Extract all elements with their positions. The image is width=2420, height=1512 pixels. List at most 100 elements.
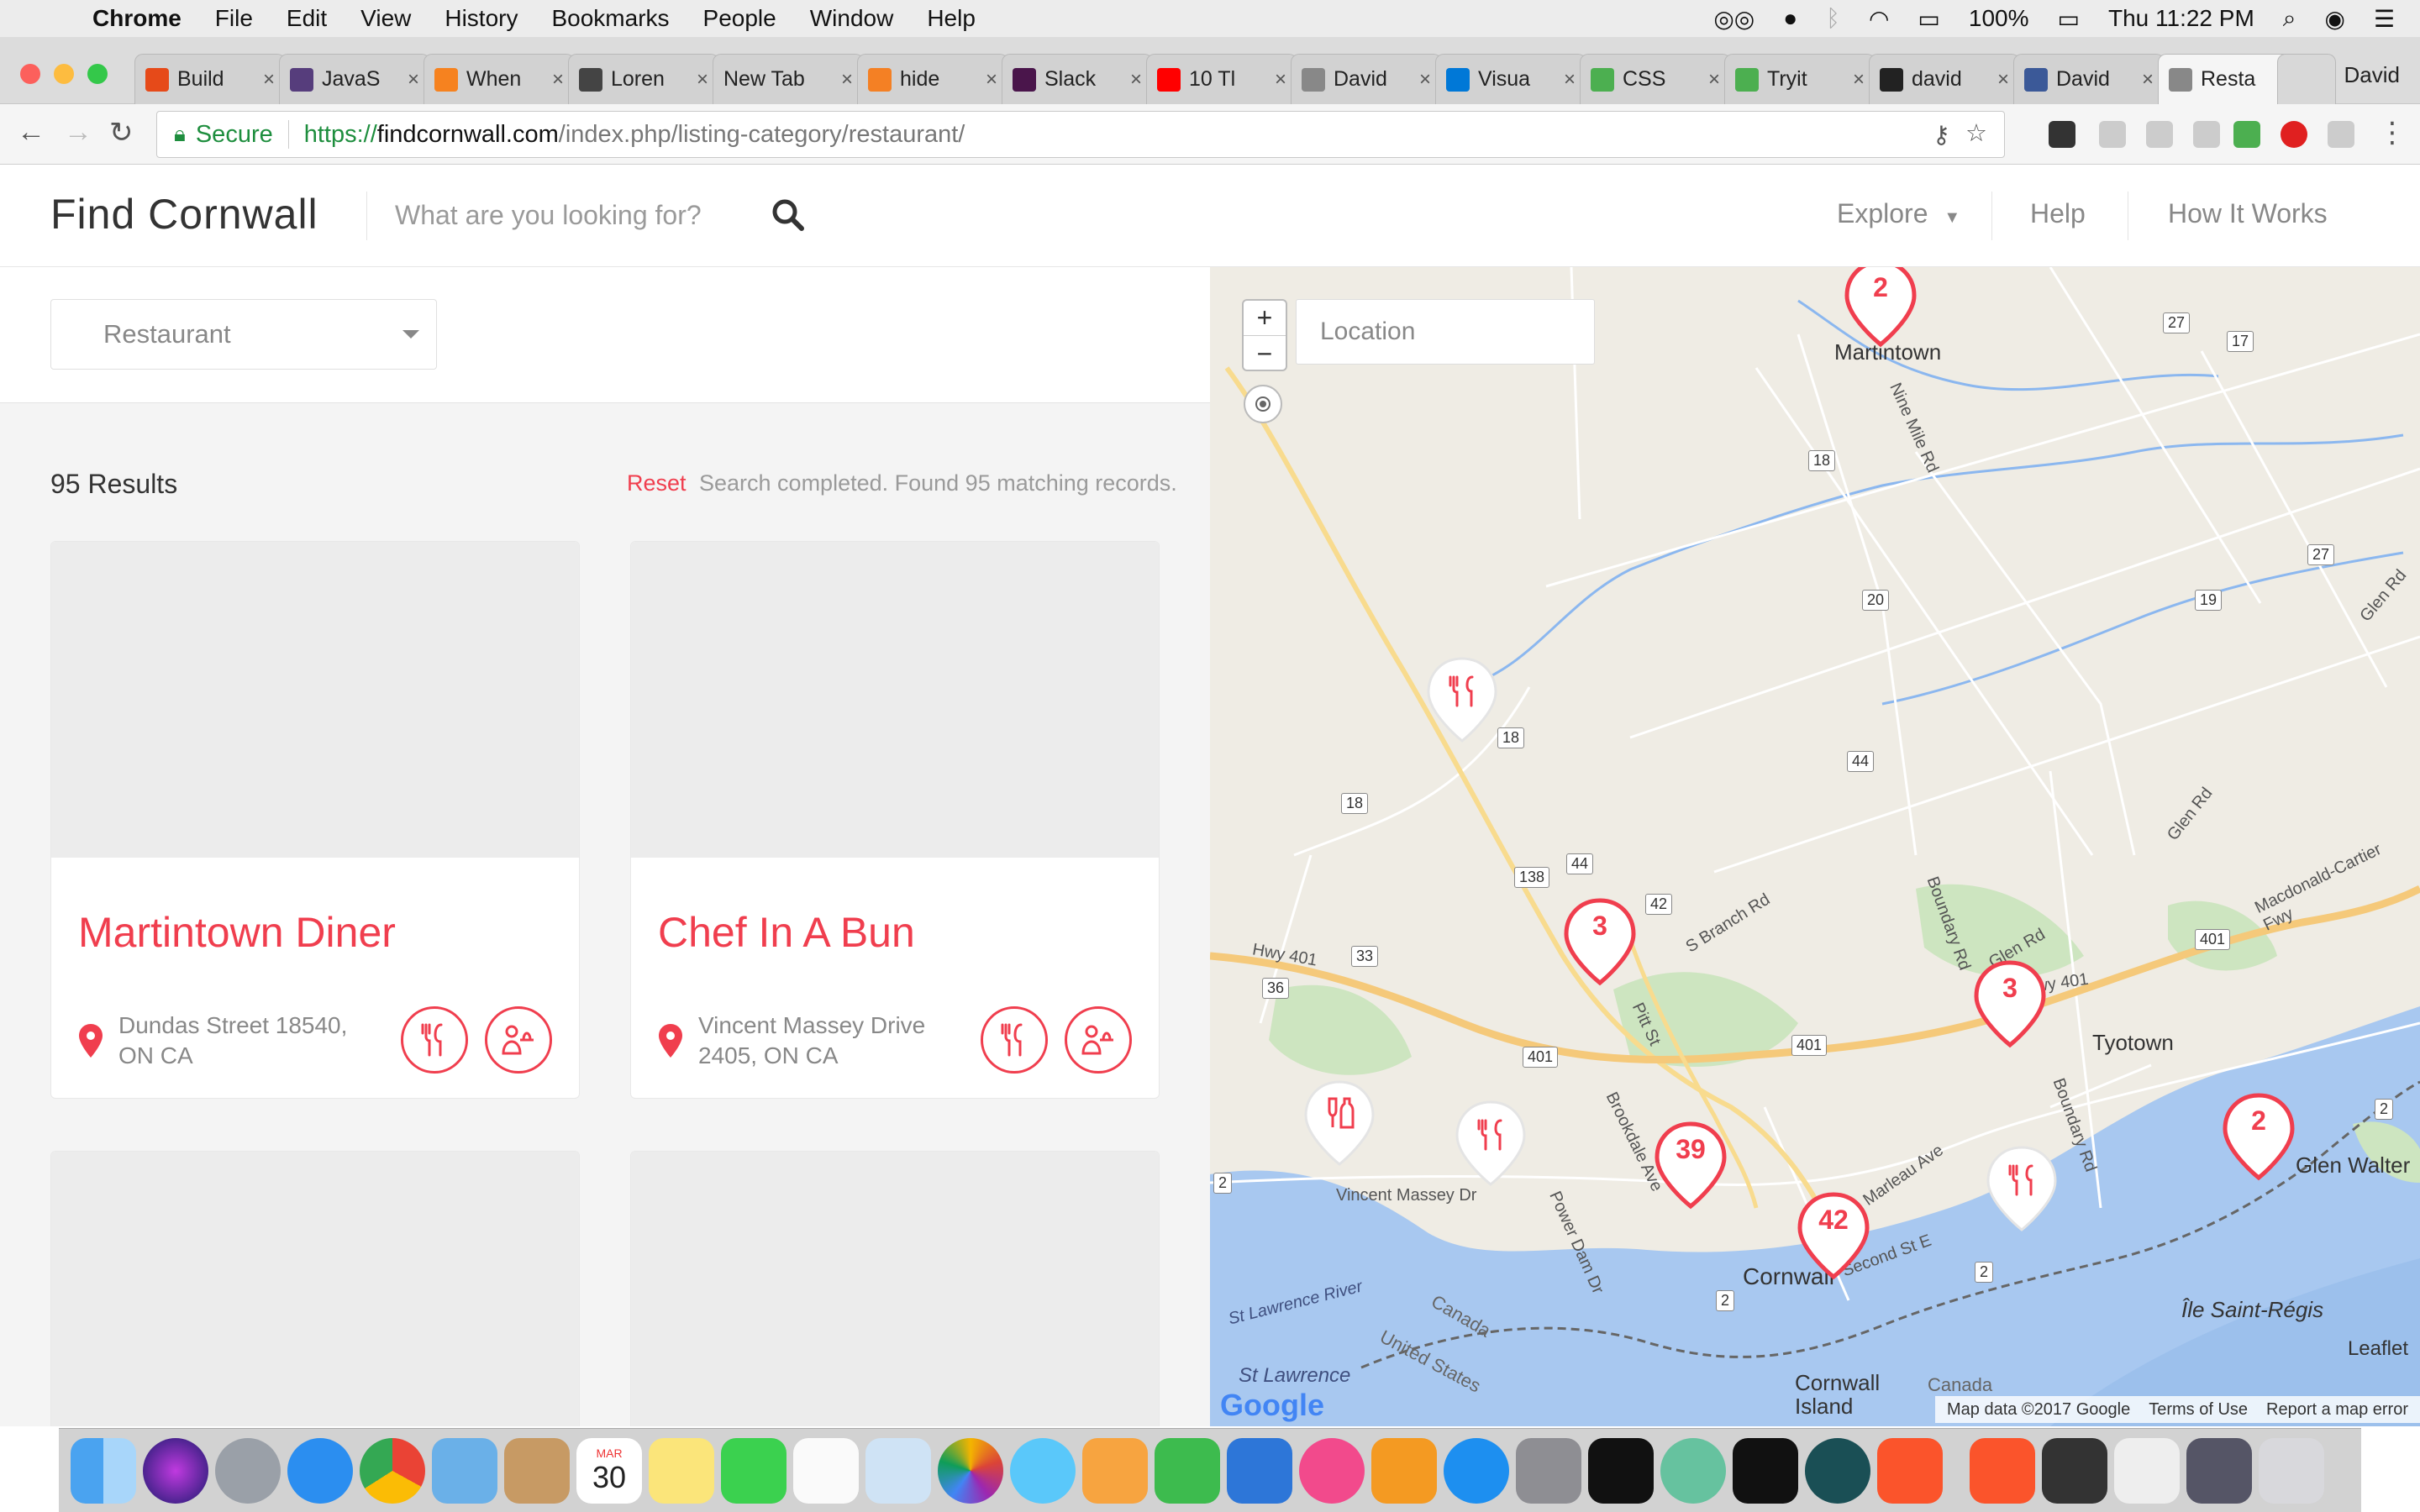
wine-bar-marker[interactable] [1301, 1079, 1378, 1169]
listing-card[interactable]: Martintown Diner Dundas Street 18540, ON … [50, 541, 580, 1099]
tab-close-icon[interactable]: × [263, 68, 275, 92]
restaurant-marker[interactable] [1983, 1144, 2060, 1235]
glasses-icon[interactable]: ◎◎ [1713, 5, 1754, 33]
tab-close-icon[interactable]: × [986, 68, 997, 92]
facetime-icon[interactable] [721, 1437, 786, 1504]
mail-icon[interactable] [432, 1437, 497, 1504]
menu-help[interactable]: Help [927, 5, 976, 32]
safari-icon[interactable] [287, 1437, 353, 1504]
notes-icon[interactable] [649, 1437, 714, 1504]
cluster-marker[interactable]: 42 [1795, 1191, 1872, 1282]
siri-icon[interactable]: ◉ [2324, 5, 2344, 33]
browser-tab[interactable]: David × [2013, 54, 2165, 104]
browser-tab[interactable]: Slack × [1002, 54, 1153, 104]
menu-window[interactable]: Window [810, 5, 894, 32]
trash-icon[interactable] [2259, 1437, 2324, 1504]
restaurant-marker[interactable] [1423, 655, 1501, 746]
nav-how-it-works[interactable]: How It Works [2168, 198, 2328, 229]
terms-of-use-link[interactable]: Terms of Use [2149, 1400, 2248, 1420]
waiter-service-icon[interactable] [1065, 1006, 1132, 1074]
listing-title[interactable]: Chef In A Bun [658, 908, 915, 957]
tab-close-icon[interactable]: × [697, 68, 708, 92]
listing-thumbnail[interactable] [631, 1152, 1159, 1426]
window-thumbnail-icon[interactable] [2042, 1437, 2107, 1504]
browser-tab[interactable]: hide × [857, 54, 1008, 104]
atom-icon[interactable] [1660, 1437, 1726, 1504]
bookmark-star-icon[interactable]: ☆ [1965, 118, 1987, 148]
tab-close-icon[interactable]: × [1708, 68, 1720, 92]
reload-button[interactable]: ↻ [109, 116, 134, 150]
battery-icon[interactable]: ▭ [2058, 5, 2080, 33]
cluster-marker[interactable]: 2 [1842, 267, 1919, 349]
calendar-icon[interactable]: MAR 30 [576, 1437, 642, 1504]
search-icon[interactable] [766, 193, 810, 237]
listing-thumbnail[interactable] [51, 542, 579, 858]
cluster-marker[interactable]: 2 [2220, 1092, 2297, 1183]
cluster-marker[interactable]: 3 [1561, 897, 1639, 988]
siri-icon[interactable] [143, 1437, 208, 1504]
close-window-button[interactable] [20, 64, 40, 84]
tab-close-icon[interactable]: × [841, 68, 853, 92]
numbers-icon[interactable] [1155, 1437, 1220, 1504]
eyedropper-extension-icon[interactable] [2049, 121, 2075, 148]
restaurant-category-icon[interactable] [981, 1006, 1048, 1074]
category-select[interactable]: Restaurant [50, 299, 437, 370]
new-tab-button[interactable] [2277, 54, 2336, 104]
key-icon[interactable]: ⚷ [1933, 120, 1950, 150]
browser-tab[interactable]: Loren × [568, 54, 719, 104]
listing-title[interactable]: Martintown Diner [78, 908, 396, 957]
tab-close-icon[interactable]: × [1419, 68, 1431, 92]
menu-file[interactable]: File [215, 5, 253, 32]
listing-card[interactable] [50, 1151, 580, 1426]
minimize-window-button[interactable] [54, 64, 74, 84]
fullscreen-window-button[interactable] [87, 64, 108, 84]
reset-link[interactable]: Reset [627, 470, 687, 496]
tab-close-icon[interactable]: × [1853, 68, 1865, 92]
browser-tab[interactable]: New Tab × [713, 54, 864, 104]
browser-tab[interactable]: David × [1291, 54, 1442, 104]
launchpad-icon[interactable] [215, 1437, 281, 1504]
profile-name[interactable]: David [2344, 62, 2400, 88]
extension-icon[interactable] [2193, 121, 2220, 148]
menu-people[interactable]: People [703, 5, 776, 32]
itunes-icon[interactable] [1299, 1437, 1365, 1504]
tab-close-icon[interactable]: × [1564, 68, 1576, 92]
chrome-menu-icon[interactable]: ⋮ [2378, 116, 2407, 150]
menubar-app-name[interactable]: Chrome [92, 5, 182, 32]
map[interactable]: Martintown Tyotown Cornwall Glen Walter … [1210, 267, 2420, 1426]
browser-tab[interactable]: Build × [134, 54, 286, 104]
contacts-icon[interactable] [504, 1437, 570, 1504]
spotlight-icon[interactable]: ⌕ [2283, 5, 2296, 33]
wifi-icon[interactable]: ◠ [1869, 5, 1889, 33]
creative-cloud-icon[interactable]: ● [1783, 5, 1797, 32]
tab-close-icon[interactable]: × [1130, 68, 1142, 92]
keynote-icon[interactable] [1227, 1437, 1292, 1504]
browser-tab[interactable]: david × [1869, 54, 2020, 104]
listing-card[interactable] [630, 1151, 1160, 1426]
brave-icon[interactable] [1877, 1437, 1943, 1504]
menu-bookmarks[interactable]: Bookmarks [551, 5, 669, 32]
address-bar[interactable]: 🔒︎ Secure https:// findcornwall.com /ind… [156, 111, 2005, 158]
waiter-service-icon[interactable] [485, 1006, 552, 1074]
listing-thumbnail[interactable] [631, 542, 1159, 858]
tab-close-icon[interactable]: × [408, 68, 419, 92]
tab-close-icon[interactable]: × [1275, 68, 1286, 92]
cluster-marker[interactable]: 3 [1971, 959, 2049, 1050]
cors-extension-icon[interactable] [2233, 121, 2260, 148]
listing-card[interactable]: Chef In A Bun Vincent Massey Drive 2405, … [630, 541, 1160, 1099]
opera-extension-icon[interactable] [2281, 121, 2307, 148]
zoom-in-button[interactable]: + [1244, 301, 1286, 336]
bluetooth-icon[interactable]: ᛒ [1826, 5, 1840, 32]
browser-tab[interactable]: Visua × [1435, 54, 1586, 104]
extension-icon[interactable] [2099, 121, 2126, 148]
search-input[interactable] [395, 190, 756, 240]
restaurant-category-icon[interactable] [401, 1006, 468, 1074]
listing-thumbnail[interactable] [51, 1152, 579, 1426]
nav-explore[interactable]: Explore ▼ [1837, 198, 1960, 229]
photos-icon[interactable] [938, 1437, 1003, 1504]
leaflet-attribution[interactable]: Leaflet [2348, 1337, 2408, 1361]
menu-view[interactable]: View [360, 5, 411, 32]
pages-icon[interactable] [1082, 1437, 1148, 1504]
reminders-icon[interactable] [793, 1437, 859, 1504]
system-preferences-icon[interactable] [1516, 1437, 1581, 1504]
